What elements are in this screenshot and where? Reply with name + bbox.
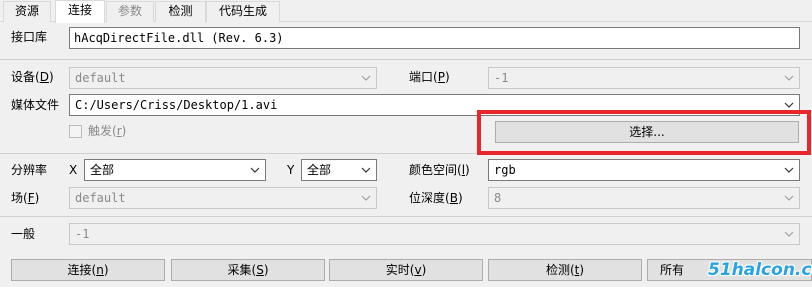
capture-button[interactable]: 采集(S) xyxy=(171,259,325,281)
bit-depth-combo[interactable]: 8 xyxy=(488,187,800,209)
tab-parameters[interactable]: 参数 xyxy=(106,1,154,22)
chevron-down-icon xyxy=(360,163,372,177)
chevron-down-icon xyxy=(360,191,372,205)
trigger-checkbox[interactable] xyxy=(69,125,82,138)
color-space-label: 颜色空间(l) xyxy=(409,163,470,177)
field-combo[interactable]: default xyxy=(69,187,377,209)
chevron-down-icon xyxy=(360,71,372,85)
tab-resources[interactable]: 资源 xyxy=(3,1,51,22)
chevron-down-icon xyxy=(783,191,795,205)
tab-code-generation[interactable]: 代码生成 xyxy=(206,1,280,22)
port-label: 端口(P) xyxy=(409,70,450,84)
resolution-x-combo[interactable]: 全部 xyxy=(84,159,266,181)
tab-bar: 资源 连接 参数 检测 代码生成 xyxy=(0,0,812,23)
port-combo[interactable]: -1 xyxy=(488,67,800,89)
chevron-down-icon xyxy=(249,163,261,177)
resolution-label: 分辨率 xyxy=(11,163,48,177)
connect-button[interactable]: 连接(n) xyxy=(11,259,165,281)
resolution-y-label: Y xyxy=(287,163,295,177)
resolution-y-combo[interactable]: 全部 xyxy=(301,159,377,181)
highlight-box xyxy=(477,110,811,155)
media-file-label: 媒体文件 xyxy=(11,98,60,112)
chevron-down-icon xyxy=(783,163,795,177)
chevron-down-icon xyxy=(783,227,795,241)
interface-library-label: 接口库 xyxy=(11,30,48,44)
tab-inspection[interactable]: 检测 xyxy=(155,1,206,22)
divider xyxy=(0,153,476,154)
device-label: 设备(D) xyxy=(11,70,54,84)
connection-panel: 接口库 hAcqDirectFile.dll (Rev. 6.3) 设备(D) … xyxy=(0,22,812,287)
trigger-label: 触发(r) xyxy=(88,124,127,138)
color-space-combo[interactable]: rgb xyxy=(488,159,800,181)
bit-depth-label: 位深度(B) xyxy=(409,191,463,205)
device-combo[interactable]: default xyxy=(69,67,377,89)
watermark-logo: 51halcon.com xyxy=(708,260,812,280)
tab-connection[interactable]: 连接 xyxy=(55,0,105,23)
general-combo[interactable]: -1 xyxy=(69,223,800,245)
divider xyxy=(0,59,812,60)
live-button[interactable]: 实时(v) xyxy=(329,259,483,281)
resolution-x-label: X xyxy=(69,163,78,177)
field-label: 场(F) xyxy=(11,191,40,205)
chevron-down-icon xyxy=(783,71,795,85)
interface-library-field: hAcqDirectFile.dll (Rev. 6.3) xyxy=(69,27,800,49)
general-label: 一般 xyxy=(11,227,36,241)
divider xyxy=(0,216,812,217)
detect-button[interactable]: 检测(t) xyxy=(488,259,642,281)
